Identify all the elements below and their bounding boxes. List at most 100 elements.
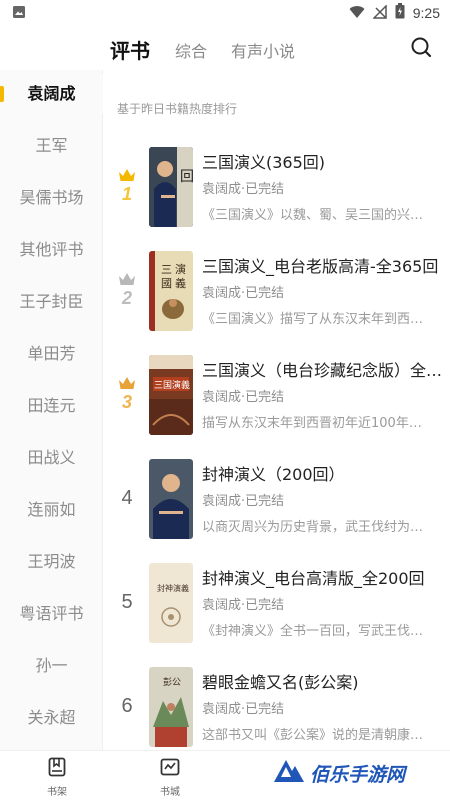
- sidebar-item-label: 单田芳: [27, 344, 76, 363]
- book-description: 《三国演义》以魏、蜀、吴三国的兴…: [202, 208, 424, 223]
- status-bar: 9:25: [0, 0, 450, 26]
- watermark-text: 佰乐手游网: [310, 764, 406, 786]
- wifi-icon: [349, 4, 365, 23]
- status-right: 9:25: [349, 3, 440, 23]
- nav-bookstore[interactable]: 书城: [150, 757, 190, 798]
- sidebar-item-label: 王子封臣: [19, 292, 84, 311]
- book-author: 袁阔成·已完结: [202, 494, 285, 509]
- sidebar-item-sunyi[interactable]: 孙一: [0, 646, 103, 686]
- rank-number: 6: [121, 695, 133, 717]
- tab-youshengxiaoshuo[interactable]: 有声小说: [231, 38, 295, 62]
- active-indicator: [0, 86, 4, 102]
- watermark: 佰乐手游网: [272, 758, 405, 788]
- svg-text:三国演義: 三国演義: [154, 379, 190, 391]
- rank-badge: 5: [112, 591, 142, 614]
- rank-number: 1: [121, 184, 132, 204]
- svg-text:義: 義: [175, 276, 186, 290]
- book-title: 封神演义_电台高清版_全200回: [202, 569, 425, 588]
- sidebar-item-label: 袁阔成: [27, 84, 76, 103]
- book-description: 以商灭周兴为历史背景，武王伐纣为…: [202, 520, 424, 535]
- rank-badge: 3: [112, 375, 142, 413]
- nav-label: 书架: [47, 787, 67, 798]
- no-signal-icon: [371, 3, 387, 23]
- book-item[interactable]: 1 回 三国演义(365回) 袁阔成·已完结 《三国演义》以魏、蜀、吴三国的兴…: [104, 145, 450, 249]
- sidebar-item-wangzifengchen[interactable]: 王子封臣: [0, 282, 103, 322]
- sidebar-item-shantianfang[interactable]: 单田芳: [0, 334, 103, 374]
- crown-bronze-icon: [119, 377, 135, 389]
- rank-badge: 2: [112, 271, 142, 309]
- book-cover[interactable]: 封神演義: [149, 563, 193, 643]
- book-description: 《三国演义》描写了从东汉末年到西…: [202, 312, 424, 327]
- svg-text:封神演義: 封神演義: [157, 583, 189, 593]
- watermark-logo-icon: [272, 758, 306, 788]
- svg-text:彭公: 彭公: [163, 676, 181, 688]
- rank-badge: 4: [112, 487, 142, 510]
- book-title: 三国演义（电台珍藏纪念版）全…: [202, 361, 442, 380]
- book-title: 封神演义（200回）: [202, 465, 345, 484]
- book-item[interactable]: 2 三國演義 三国演义_电台老版高清-全365回 袁阔成·已完结 《三国演义》描…: [104, 249, 450, 353]
- sidebar-item-label: 关永超: [27, 708, 76, 727]
- book-author: 袁阔成·已完结: [202, 182, 285, 197]
- rank-number: 5: [121, 591, 133, 613]
- rank-number: 4: [121, 487, 133, 509]
- sidebar-item-label: 田战义: [27, 448, 76, 467]
- book-cover[interactable]: 彭公: [149, 667, 193, 747]
- book-title: 三国演义_电台老版高清-全365回: [202, 257, 439, 276]
- sidebar-item-label: 昊儒书场: [19, 188, 84, 207]
- book-author: 袁阔成·已完结: [202, 598, 285, 613]
- rank-number: 2: [121, 288, 132, 308]
- book-cover[interactable]: 三國演義: [149, 251, 193, 331]
- sidebar-item-tianzhanyi[interactable]: 田战义: [0, 438, 103, 478]
- book-item[interactable]: 5 封神演義 封神演义_电台高清版_全200回 袁阔成·已完结 《封神演义》全书…: [104, 561, 450, 665]
- book-author: 袁阔成·已完结: [202, 286, 285, 301]
- book-cover[interactable]: 三国演義: [149, 355, 193, 435]
- book-description: 描写从东汉末年到西晋初年近100年…: [202, 416, 422, 431]
- book-title: 碧眼金蟾又名(彭公案): [202, 673, 359, 692]
- sidebar-item-label: 田连元: [27, 396, 76, 415]
- tab-zonghe[interactable]: 综合: [175, 38, 207, 62]
- book-item[interactable]: 4 封神演义（200回） 袁阔成·已完结 以商灭周兴为历史背景，武王伐纣为…: [104, 457, 450, 561]
- sidebar-item-yuankuocheng[interactable]: 袁阔成: [0, 74, 103, 114]
- book-description: 这部书又叫《彭公案》说的是清朝康…: [202, 728, 424, 743]
- sidebar-item-label: 王玥波: [27, 552, 76, 571]
- sidebar-item-label: 王军: [35, 136, 68, 155]
- book-author: 袁阔成·已完结: [202, 390, 285, 405]
- book-cover[interactable]: [149, 459, 193, 539]
- sidebar-item-tianlianyuan[interactable]: 田连元: [0, 386, 103, 426]
- sidebar: 袁阔成 王军 昊儒书场 其他评书 王子封臣 单田芳 田连元 田战义 连丽如 王玥…: [0, 70, 103, 750]
- sidebar-item-wangjun[interactable]: 王军: [0, 126, 103, 166]
- book-description: 《封神演义》全书一百回，写武王伐…: [202, 624, 424, 639]
- status-time: 9:25: [412, 5, 440, 21]
- sidebar-item-label: 连丽如: [27, 500, 76, 519]
- book-author: 袁阔成·已完结: [202, 702, 285, 717]
- sidebar-item-guanyongchao[interactable]: 关永超: [0, 698, 103, 738]
- rank-number: 3: [121, 392, 132, 412]
- book-item[interactable]: 3 三国演義 三国演义（电台珍藏纪念版）全… 袁阔成·已完结 描写从东汉末年到西…: [104, 353, 450, 457]
- svg-text:演: 演: [175, 262, 186, 276]
- svg-text:三: 三: [161, 263, 172, 276]
- sidebar-item-haoru[interactable]: 昊儒书场: [0, 178, 103, 218]
- sidebar-item-label: 粤语评书: [19, 604, 84, 623]
- sidebar-item-label: 其他评书: [19, 240, 84, 259]
- nav-label: 书城: [160, 787, 180, 798]
- nav-bookshelf[interactable]: 书架: [37, 757, 77, 798]
- rank-badge: 1: [112, 167, 142, 205]
- sidebar-item-label: 孙一: [35, 656, 68, 675]
- sidebar-item-lianliru[interactable]: 连丽如: [0, 490, 103, 530]
- search-icon[interactable]: [410, 36, 436, 62]
- sidebar-item-other[interactable]: 其他评书: [0, 230, 103, 270]
- tab-pingshu[interactable]: 评书: [110, 35, 150, 64]
- sidebar-item-cantonese[interactable]: 粤语评书: [0, 594, 103, 634]
- crown-silver-icon: [119, 273, 135, 285]
- rank-badge: 6: [112, 695, 142, 718]
- bookstore-icon: [160, 758, 180, 781]
- image-notification-icon: [12, 4, 26, 23]
- sidebar-item-wangyuebo[interactable]: 王玥波: [0, 542, 103, 582]
- bookshelf-icon: [48, 757, 66, 781]
- book-cover[interactable]: 回: [149, 147, 193, 227]
- svg-text:回: 回: [180, 169, 193, 185]
- battery-icon: [395, 3, 405, 23]
- header: 评书 综合 有声小说: [0, 26, 450, 74]
- crown-gold-icon: [119, 169, 135, 181]
- book-title: 三国演义(365回): [202, 153, 326, 172]
